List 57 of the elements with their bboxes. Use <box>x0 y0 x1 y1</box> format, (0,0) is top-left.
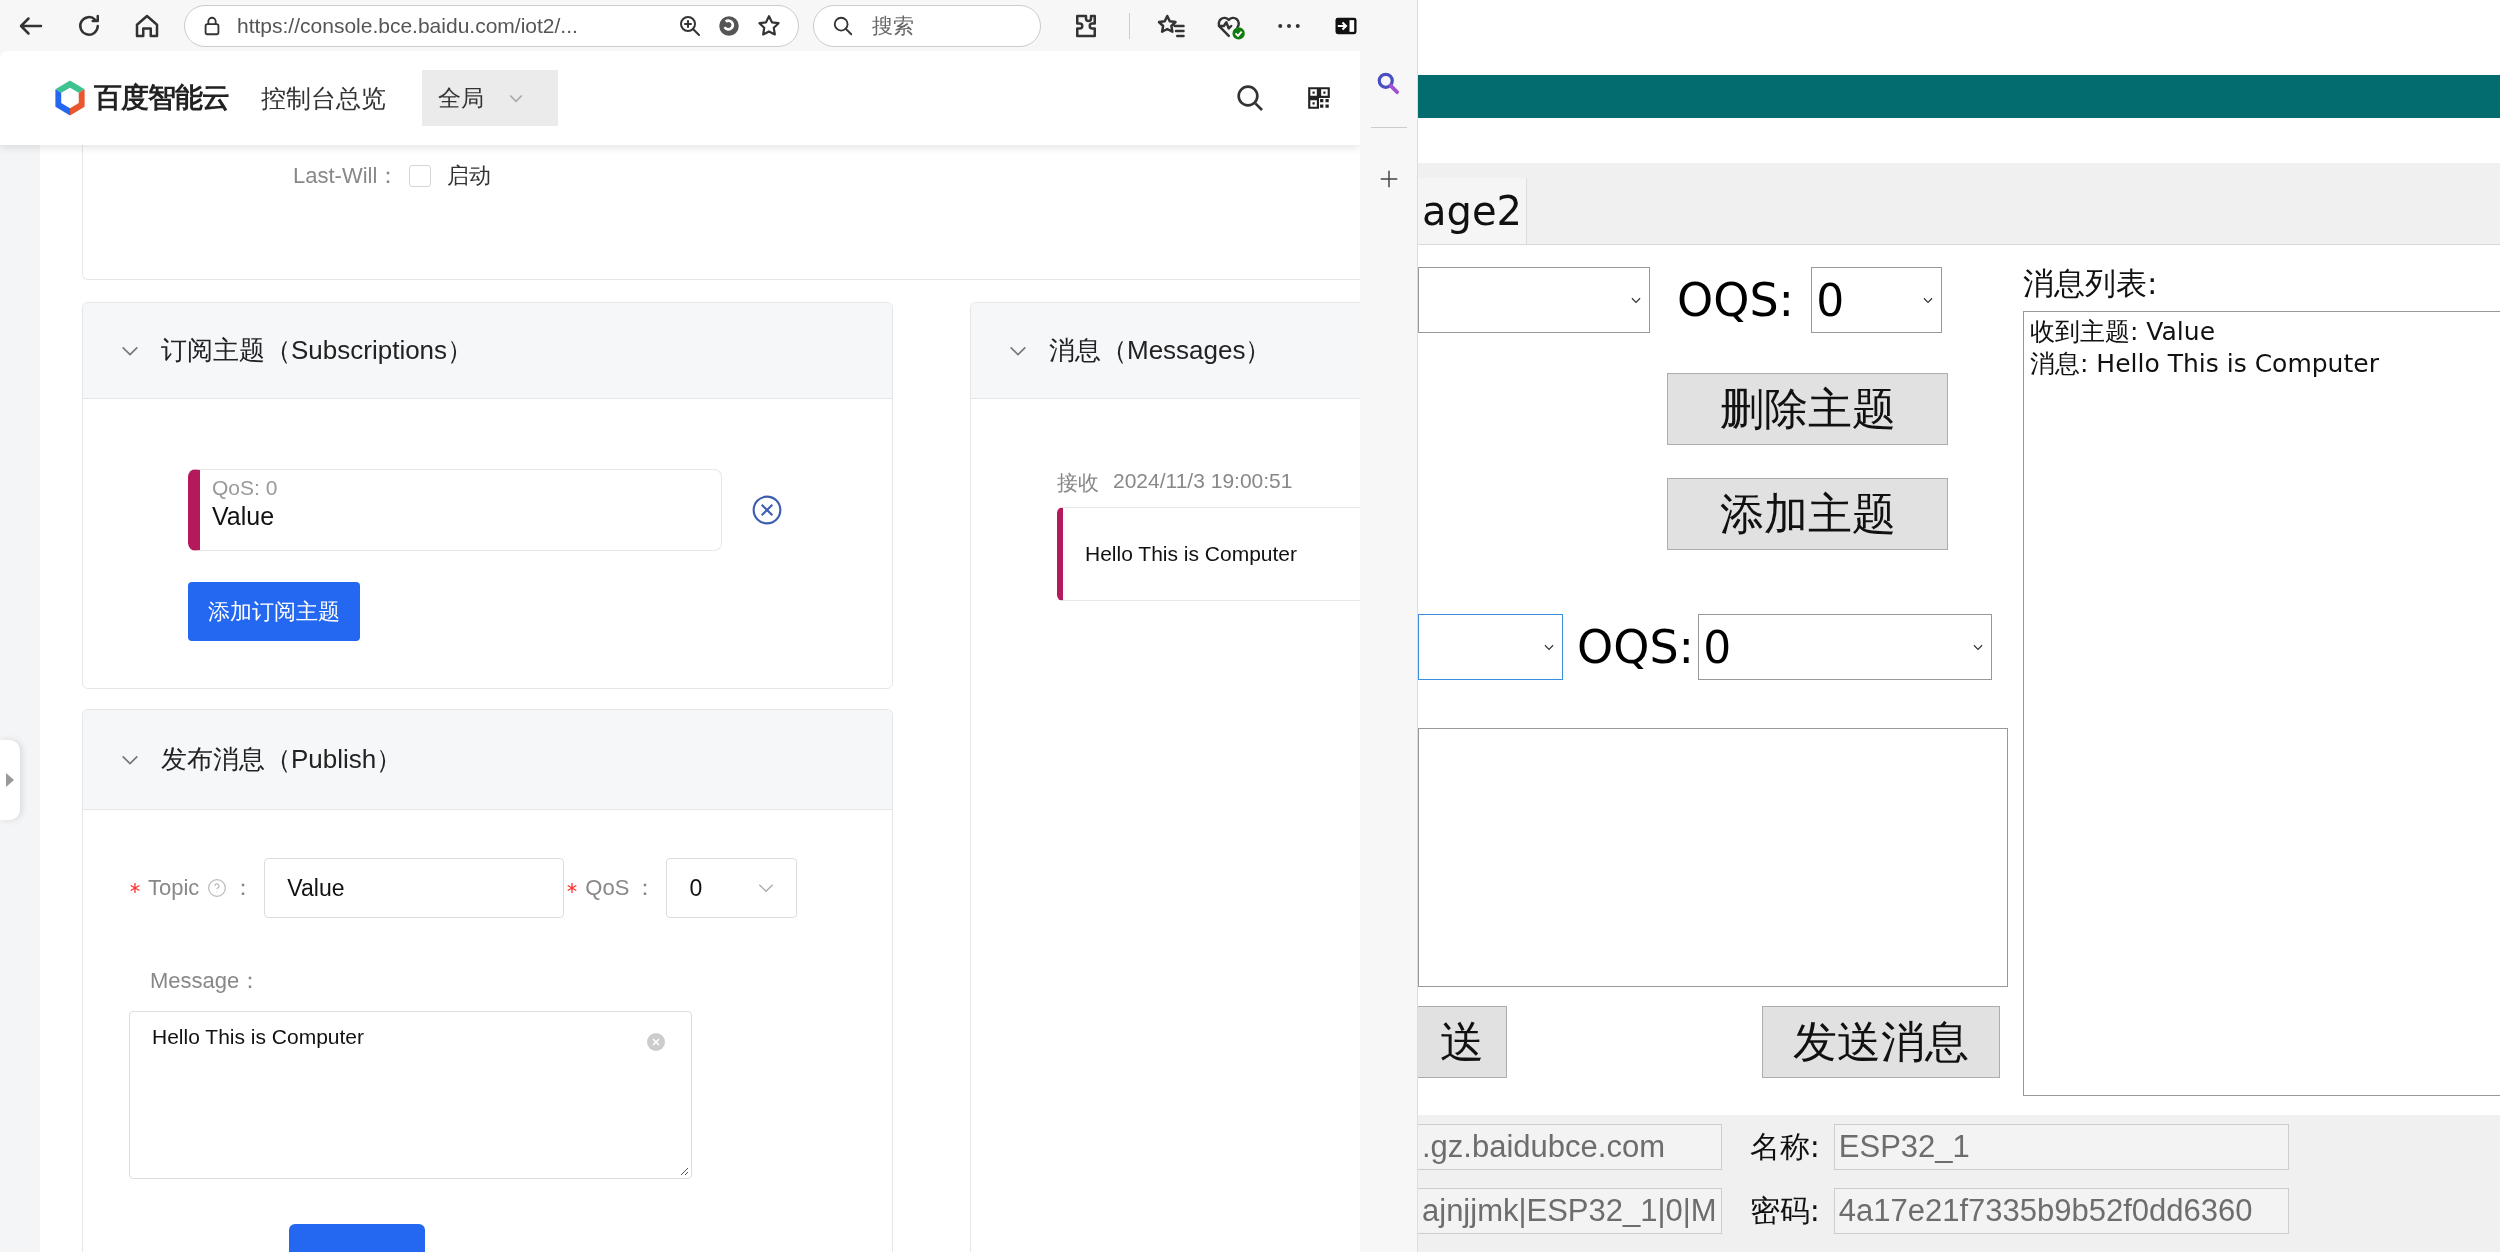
hexagon-cube-icon <box>52 79 88 117</box>
remove-icon[interactable] <box>751 494 783 526</box>
brand-name: 百度智能云 <box>94 81 229 115</box>
add-subscription-button[interactable]: 添加订阅主题 <box>188 582 360 641</box>
message-field[interactable]: Hello This is Computer <box>129 1011 692 1179</box>
nav-title[interactable]: 控制台总览 <box>261 81 386 115</box>
send-button[interactable]: 发送消息 <box>1762 1006 2000 1078</box>
colon-text: ： <box>232 874 255 902</box>
qos-text: QoS: 0 <box>212 476 279 500</box>
text-field[interactable]: .gz.baidubce.com <box>1418 1124 1722 1170</box>
dropdown[interactable] <box>1418 267 1650 333</box>
qos-label: OQS: <box>1577 620 1695 674</box>
checkbox-label[interactable]: 启动 <box>447 161 492 191</box>
list-line: 收到主题: Value <box>2030 316 2217 348</box>
address-bar[interactable]: https://console.bce.baidu.com/iot2/... <box>184 4 799 47</box>
dropdown[interactable]: 0 <box>1811 267 1943 333</box>
qos-label: OQS: <box>1677 273 1795 327</box>
dropdown[interactable] <box>1418 614 1563 680</box>
resize-handle-icon[interactable] <box>679 1166 689 1176</box>
qos-dropdown[interactable]: 0 <box>666 858 798 918</box>
panel-header[interactable]: 发布消息（Publish） <box>83 710 892 810</box>
help-icon <box>207 878 228 898</box>
timestamp: 2024/11/3 19:00:51 <box>1113 469 1293 494</box>
field-label: Topic <box>148 875 200 901</box>
field-label: 名称: <box>1749 1127 1820 1166</box>
text-field[interactable]: ESP32_1 <box>1833 1124 2289 1170</box>
topic-button[interactable]: 删除主题 <box>1667 373 1948 445</box>
search-placeholder: 搜索 <box>872 12 914 39</box>
direction-label: 接收 <box>1057 470 1099 496</box>
tab[interactable]: age2 <box>1418 178 1527 244</box>
colon-text: ： <box>634 874 657 902</box>
topic-field[interactable]: Value <box>264 858 565 918</box>
list-line: 消息: Hello This is Computer <box>2030 348 2380 380</box>
text-field[interactable]: ajnjjmk|ESP32_1|0|M <box>1418 1188 1722 1234</box>
field-label: Last-Will： <box>293 162 400 190</box>
expand-tab[interactable] <box>0 740 20 820</box>
send-button[interactable]: 送 <box>1418 1006 1507 1078</box>
region-dropdown[interactable]: 全局 <box>422 70 558 126</box>
qr-code-icon[interactable] <box>1306 85 1332 111</box>
text-field[interactable]: 4a17e21f7335b9b52f0dd6360 <box>1833 1188 2289 1234</box>
message-field[interactable] <box>1418 728 2008 987</box>
dropdown[interactable]: 0 <box>1698 614 1993 680</box>
field-label: 密码: <box>1749 1191 1820 1230</box>
list-label: 消息列表: <box>2023 264 2159 303</box>
search-icon[interactable] <box>1375 71 1402 97</box>
search-icon <box>832 14 854 37</box>
topic-button[interactable]: 添加主题 <box>1667 478 1948 550</box>
search-field[interactable]: 搜索 <box>813 4 1041 47</box>
field-label: Message： <box>150 967 263 995</box>
zoom-in-icon[interactable] <box>678 13 702 38</box>
url-text: https://console.bce.baidu.com/iot2/... <box>237 13 579 38</box>
topic-text: Value <box>212 502 276 531</box>
panel-header[interactable]: 消息（Messages） <box>971 303 1360 399</box>
field-label: QoS <box>585 875 630 901</box>
checkbox[interactable] <box>409 165 432 187</box>
caret-right-icon <box>5 772 15 788</box>
panel-header[interactable]: 订阅主题（Subscriptions） <box>83 303 892 399</box>
